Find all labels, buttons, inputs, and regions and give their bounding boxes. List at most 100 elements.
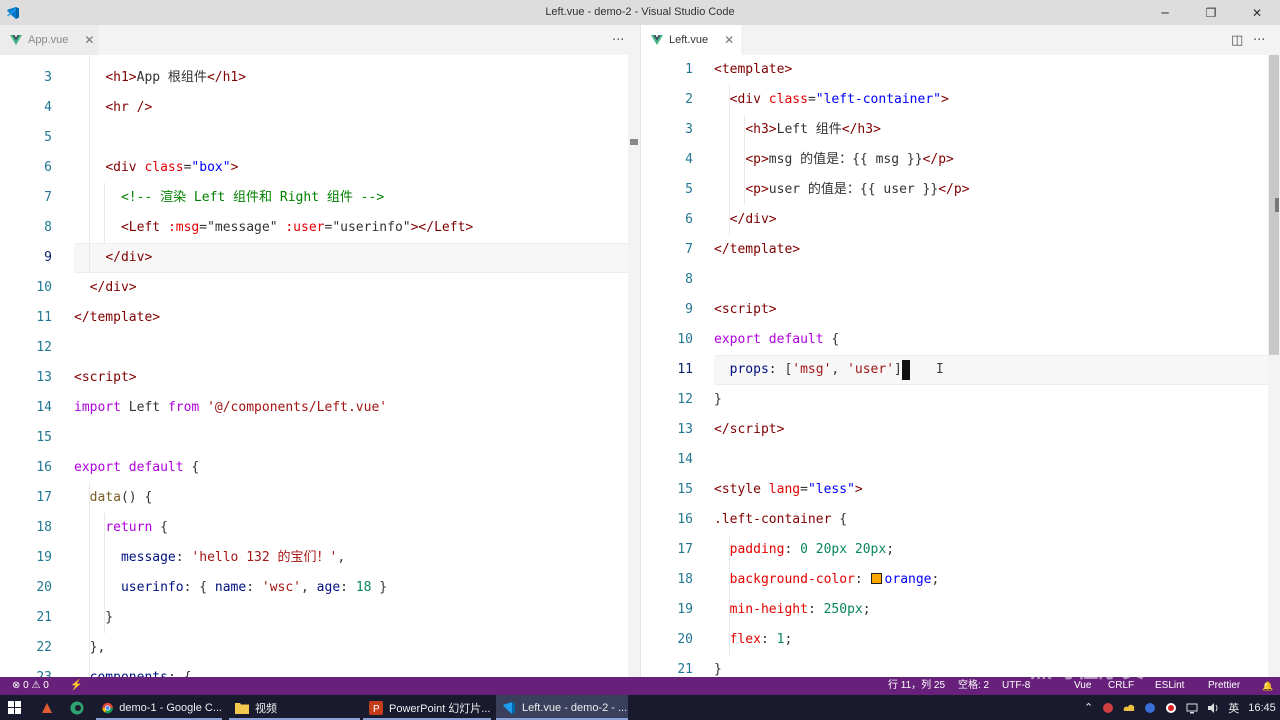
- taskbar-app-powerpoint[interactable]: P PowerPoint 幻灯片...: [363, 695, 491, 720]
- code-line[interactable]: 1 <template>: [641, 55, 1280, 85]
- show-hidden-icons-icon[interactable]: ⌃: [1084, 701, 1093, 714]
- windows-start-icon[interactable]: [8, 695, 21, 720]
- onedrive-icon[interactable]: [1123, 702, 1135, 714]
- code-line[interactable]: 9 <script>: [641, 295, 1280, 325]
- indentation-setting[interactable]: 空格: 2: [958, 677, 989, 695]
- prettier-status[interactable]: Prettier: [1208, 677, 1240, 695]
- clock[interactable]: 16:45: [1248, 702, 1276, 714]
- taskbar-app-vscode[interactable]: Left.vue - demo-2 - ...: [496, 695, 628, 720]
- code-line[interactable]: 13 <script>: [0, 363, 640, 393]
- code-token: =: [199, 220, 208, 235]
- code-line[interactable]: 20 flex: 1;: [641, 625, 1280, 655]
- code-line[interactable]: 12: [0, 333, 640, 363]
- code-line[interactable]: 11 props: ['msg', 'user'] I: [641, 355, 1280, 385]
- code-line[interactable]: 11 </template>: [0, 303, 640, 333]
- code-line[interactable]: 15: [0, 423, 640, 453]
- volume-icon[interactable]: [1207, 702, 1219, 714]
- code-line[interactable]: 15 <style lang="less">: [641, 475, 1280, 505]
- code-token: default: [128, 460, 184, 475]
- code-token: hr: [113, 100, 129, 115]
- code-line[interactable]: 4 <hr />: [0, 93, 640, 123]
- code-line[interactable]: 14 import Left from '@/components/Left.vu…: [0, 393, 640, 423]
- code-line[interactable]: 18 return {: [0, 513, 640, 543]
- code-line[interactable]: 13 </script>: [641, 415, 1280, 445]
- code-line[interactable]: 20 userinfo: { name: 'wsc', age: 18 }: [0, 573, 640, 603]
- code-line[interactable]: 7 </template>: [641, 235, 1280, 265]
- split-editor-icon[interactable]: ◫: [1231, 25, 1243, 55]
- edge-browser-icon[interactable]: [70, 695, 84, 720]
- minimize-button[interactable]: ─: [1142, 0, 1188, 25]
- indent-guide: [729, 85, 730, 235]
- notifications-icon[interactable]: 🔔: [1262, 677, 1273, 695]
- taskbar-app-video-folder[interactable]: 视频: [229, 695, 360, 720]
- tab-left-vue[interactable]: Left.vue ✕: [641, 25, 741, 55]
- code-line[interactable]: 19 min-height: 250px;: [641, 595, 1280, 625]
- eslint-status[interactable]: ESLint: [1155, 677, 1184, 695]
- code-token: div: [737, 92, 761, 107]
- code-line[interactable]: 4 <p>msg 的值是：{{ msg }}</p>: [641, 145, 1280, 175]
- code-token: >: [760, 152, 769, 167]
- more-actions-icon[interactable]: ···: [612, 25, 624, 55]
- more-actions-icon[interactable]: ···: [1253, 25, 1265, 55]
- code-line[interactable]: 9 </div>: [0, 243, 640, 273]
- code-token: div: [105, 280, 129, 295]
- problems-indicator[interactable]: ⊗ 0 ⚠ 0: [12, 677, 49, 695]
- line-content: .left-container {: [714, 505, 847, 535]
- code-token: }: [714, 392, 722, 407]
- code-line[interactable]: 10 </div>: [0, 273, 640, 303]
- code-line[interactable]: 7 <!-- 渲染 Left 组件和 Right 组件 -->: [0, 183, 640, 213]
- code-line[interactable]: 6 <div class="box">: [0, 153, 640, 183]
- code-token: <: [120, 220, 129, 235]
- line-number: 6: [685, 212, 693, 227]
- line-number: 1: [685, 62, 693, 77]
- code-token: h3: [857, 122, 874, 137]
- left-vue-editor[interactable]: 1 <template> 2 <div class="left-container"…: [641, 55, 1280, 677]
- code-line[interactable]: 10 export default {: [641, 325, 1280, 355]
- code-line[interactable]: 5: [0, 123, 640, 153]
- code-token: :: [175, 550, 192, 565]
- code-line[interactable]: 21}: [641, 655, 1280, 677]
- code-line[interactable]: 5 <p>user 的值是：{{ user }}</p>: [641, 175, 1280, 205]
- code-line[interactable]: 8 <Left :msg="message" :user="userinfo">…: [0, 213, 640, 243]
- code-line[interactable]: 17 padding: 0 20px 20px;: [641, 535, 1280, 565]
- code-line[interactable]: 3 <h3>Left 组件</h3>: [641, 115, 1280, 145]
- tray-app-icon[interactable]: [1102, 702, 1114, 714]
- sync-icon[interactable]: ⚡: [70, 677, 82, 695]
- close-window-button[interactable]: ✕: [1234, 0, 1280, 25]
- line-number: 21: [677, 662, 693, 677]
- tab-app-vue[interactable]: App.vue ✕: [0, 25, 98, 55]
- input-method-indicator[interactable]: 英: [1228, 700, 1239, 716]
- tray-app-icon[interactable]: [1144, 702, 1156, 714]
- eol-setting[interactable]: CRLF: [1108, 677, 1134, 695]
- maximize-button[interactable]: ❐: [1188, 0, 1234, 25]
- app-vue-editor[interactable]: 3 <h1>App 根组件</h1> 4 <hr /> 5 6 <div class=…: [0, 55, 640, 677]
- close-tab-icon[interactable]: ✕: [724, 33, 734, 47]
- code-token: Left: [120, 400, 168, 415]
- code-line[interactable]: 12}: [641, 385, 1280, 415]
- code-line[interactable]: 21 }: [0, 603, 640, 633]
- code-line[interactable]: 18 background-color: orange;: [641, 565, 1280, 595]
- code-line[interactable]: 16 export default {: [0, 453, 640, 483]
- code-line[interactable]: 8: [641, 265, 1280, 295]
- code-line[interactable]: 22 },: [0, 633, 640, 663]
- network-icon[interactable]: [1186, 702, 1198, 714]
- record-icon[interactable]: [1165, 702, 1177, 714]
- code-line[interactable]: 2 <div class="left-container">: [641, 85, 1280, 115]
- close-tab-icon[interactable]: ✕: [84, 33, 94, 47]
- code-token: age: [316, 580, 341, 595]
- code-line[interactable]: 23 components: {: [0, 663, 640, 677]
- code-line[interactable]: 6 </div>: [641, 205, 1280, 235]
- code-line[interactable]: 19 message: 'hello 132 的宝们！',: [0, 543, 640, 573]
- taskbar-app-chrome[interactable]: demo-1 - Google C...: [96, 695, 222, 720]
- code-line[interactable]: 14: [641, 445, 1280, 475]
- encoding-setting[interactable]: UTF-8: [1002, 677, 1030, 695]
- cursor-position[interactable]: 行 11，列 25: [888, 677, 945, 695]
- color-swatch-icon[interactable]: [870, 573, 882, 584]
- language-mode[interactable]: Vue: [1074, 677, 1091, 695]
- pinned-app-icon[interactable]: [40, 695, 54, 720]
- code-line[interactable]: 17 data() {: [0, 483, 640, 513]
- code-line[interactable]: 3 <h1>App 根组件</h1>: [0, 63, 640, 93]
- svg-text:P: P: [373, 704, 380, 715]
- code-line[interactable]: 16 .left-container {: [641, 505, 1280, 535]
